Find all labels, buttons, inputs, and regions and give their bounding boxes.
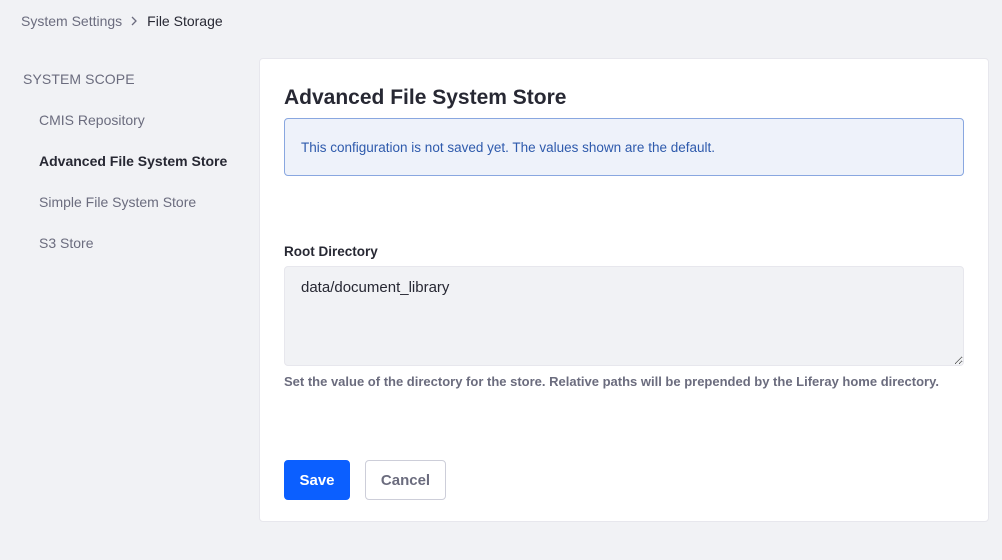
- root-directory-label: Root Directory: [284, 244, 378, 259]
- sidebar-item-advanced-file-system-store[interactable]: Advanced File System Store: [39, 153, 227, 169]
- breadcrumb-system-settings[interactable]: System Settings: [21, 13, 122, 29]
- cancel-button[interactable]: Cancel: [365, 460, 446, 500]
- root-directory-help-text: Set the value of the directory for the s…: [284, 374, 939, 389]
- info-alert: This configuration is not saved yet. The…: [284, 118, 964, 176]
- sidebar-item-s3-store[interactable]: S3 Store: [39, 235, 93, 251]
- breadcrumb-file-storage: File Storage: [147, 13, 223, 29]
- sidebar-header: SYSTEM SCOPE: [23, 71, 135, 87]
- chevron-right-icon: [130, 16, 138, 26]
- alert-message: This configuration is not saved yet. The…: [301, 139, 715, 155]
- sidebar-item-cmis-repository[interactable]: CMIS Repository: [39, 112, 145, 128]
- save-button[interactable]: Save: [284, 460, 350, 500]
- configuration-card: Advanced File System Store This configur…: [259, 58, 989, 522]
- sidebar-item-simple-file-system-store[interactable]: Simple File System Store: [39, 194, 196, 210]
- breadcrumb: System Settings File Storage: [21, 12, 223, 30]
- root-directory-field[interactable]: data/document_library: [284, 266, 964, 366]
- page-title: Advanced File System Store: [284, 86, 567, 109]
